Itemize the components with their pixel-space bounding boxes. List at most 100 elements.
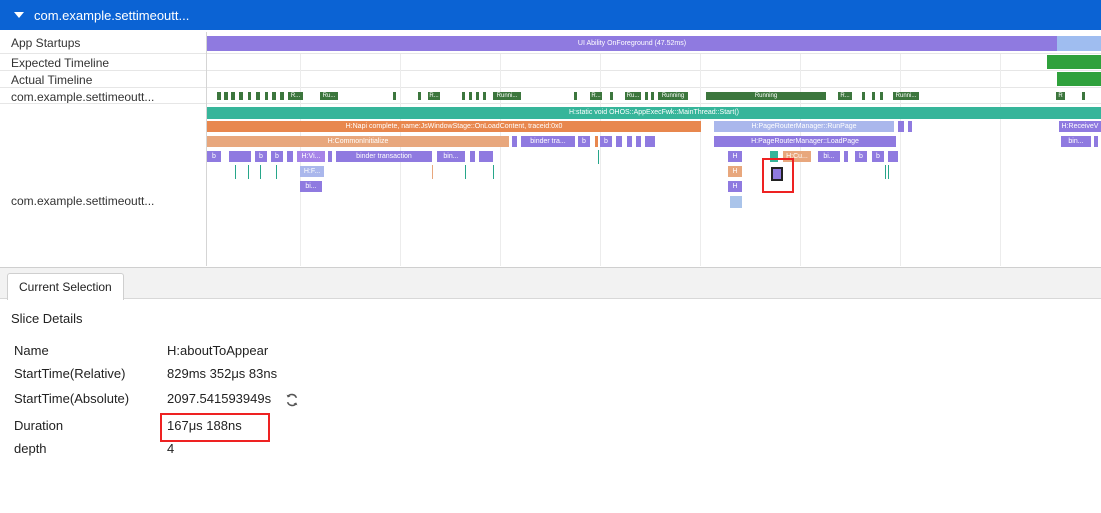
trace-tick	[235, 165, 236, 179]
binder-slice[interactable]: b	[271, 151, 283, 162]
trace-tick	[885, 165, 886, 179]
trace-tick	[432, 165, 433, 179]
cpu-state-mark[interactable]	[651, 92, 654, 100]
cpu-state-mark[interactable]	[862, 92, 865, 100]
expected-frame[interactable]	[1047, 55, 1101, 69]
slice[interactable]	[470, 151, 475, 162]
cpu-state-mark[interactable]	[872, 92, 875, 100]
slice[interactable]	[908, 121, 912, 132]
cpu-state-running[interactable]: Runni...	[893, 92, 919, 100]
slice-details-title: Slice Details	[11, 311, 83, 326]
slice[interactable]	[627, 136, 632, 147]
cpu-state-mark[interactable]	[393, 92, 396, 100]
binder-transaction-slice[interactable]: binder tra...	[521, 136, 575, 147]
lane-divider	[0, 87, 1101, 88]
tab-current-selection[interactable]: Current Selection	[7, 273, 124, 300]
binder-slice[interactable]: bin...	[1061, 136, 1091, 147]
cpu-state-r[interactable]: R...	[288, 92, 303, 100]
slice[interactable]	[898, 121, 904, 132]
cpu-state-mark[interactable]	[272, 92, 276, 100]
binder-slice[interactable]: bin...	[437, 151, 465, 162]
cpu-state-r[interactable]: R	[1056, 92, 1065, 100]
cpu-state-mark[interactable]	[574, 92, 577, 100]
load-page-slice[interactable]: H:PageRouterManager::LoadPage	[714, 136, 896, 147]
cpu-state-mark[interactable]	[224, 92, 228, 100]
cpu-state-mark[interactable]	[476, 92, 479, 100]
trace-tick	[493, 165, 494, 179]
lane-label-process-summary: com.example.settimeoutt...	[11, 90, 155, 104]
startup-slice-next[interactable]	[1057, 36, 1101, 51]
cpu-state-mark[interactable]	[645, 92, 648, 100]
lane-label-expected-timeline: Expected Timeline	[11, 56, 110, 70]
grid-line	[500, 54, 501, 266]
binder-slice[interactable]: b	[207, 151, 221, 162]
slice[interactable]	[844, 151, 848, 162]
cpu-state-mark[interactable]	[880, 92, 883, 100]
binder-slice[interactable]: b	[578, 136, 590, 147]
cpu-state-mark[interactable]	[217, 92, 221, 100]
grid-line	[1000, 54, 1001, 266]
trace-tick	[598, 150, 599, 164]
cpu-state-r[interactable]: R...	[428, 92, 440, 100]
slice[interactable]	[616, 136, 622, 147]
cpu-state-mark[interactable]	[610, 92, 613, 100]
cpu-state-running[interactable]: Runni...	[493, 92, 521, 100]
selected-slice-highlight[interactable]	[762, 158, 794, 193]
onload-content-slice[interactable]: H:Napi complete, name:JsWindowStage::OnL…	[207, 121, 701, 132]
binder-transaction-slice[interactable]: binder transaction	[336, 151, 432, 162]
f-slice[interactable]: H:F...	[300, 166, 324, 177]
run-page-slice[interactable]: H:PageRouterManager::RunPage	[714, 121, 894, 132]
slice[interactable]	[328, 151, 332, 162]
cpu-state-ru[interactable]: Ru...	[625, 92, 641, 100]
h-slice[interactable]: H	[728, 181, 742, 192]
selected-slice[interactable]	[771, 167, 783, 181]
slice[interactable]	[888, 151, 898, 162]
common-initialize-slice[interactable]: H:CommonInitialize	[207, 136, 509, 147]
cpu-state-r[interactable]: R...	[590, 92, 602, 100]
process-title: com.example.settimeoutt...	[34, 8, 190, 23]
cpu-state-mark[interactable]	[483, 92, 486, 100]
binder-slice[interactable]: bi...	[818, 151, 840, 162]
h-slice[interactable]: H	[728, 151, 742, 162]
cpu-state-mark[interactable]	[239, 92, 243, 100]
cpu-state-mark[interactable]	[418, 92, 421, 100]
slice[interactable]	[595, 136, 598, 147]
binder-slice[interactable]: b	[855, 151, 867, 162]
cpu-state-running[interactable]: Running	[658, 92, 688, 100]
cpu-state-mark[interactable]	[1082, 92, 1085, 100]
cpu-state-mark[interactable]	[265, 92, 268, 100]
cpu-state-running[interactable]: Running	[706, 92, 826, 100]
collapse-triangle-icon[interactable]	[14, 12, 24, 18]
cpu-state-mark[interactable]	[231, 92, 235, 100]
process-header[interactable]: com.example.settimeoutt...	[0, 0, 1101, 30]
slice[interactable]	[287, 151, 293, 162]
cpu-state-mark[interactable]	[462, 92, 465, 100]
cpu-state-mark[interactable]	[280, 92, 284, 100]
slice[interactable]	[730, 196, 742, 208]
cpu-state-ru[interactable]: Ru...	[320, 92, 338, 100]
lane-label-actual-timeline: Actual Timeline	[11, 73, 93, 87]
cpu-state-r[interactable]: R...	[838, 92, 852, 100]
cpu-state-mark[interactable]	[469, 92, 472, 100]
slice[interactable]	[645, 136, 655, 147]
binder-slice[interactable]: b	[872, 151, 884, 162]
cpu-state-mark[interactable]	[256, 92, 260, 100]
binder-slice[interactable]: b	[255, 151, 267, 162]
main-thread-start-slice[interactable]: H:static void OHOS::AppExecFwk::MainThre…	[207, 107, 1101, 119]
binder-slice[interactable]: b	[600, 136, 612, 147]
detail-row-duration: Duration 167μs 188ns	[0, 418, 700, 438]
slice[interactable]	[636, 136, 641, 147]
receive-slice[interactable]: H:ReceiveV	[1059, 121, 1101, 132]
h-slice[interactable]: H	[728, 166, 742, 177]
actual-frame[interactable]	[1057, 72, 1101, 86]
vi-slice[interactable]: H:Vi...	[297, 151, 325, 162]
slice[interactable]	[512, 136, 517, 147]
binder-slice[interactable]: bi...	[300, 181, 322, 192]
detail-row-depth: depth 4	[0, 441, 700, 461]
cpu-state-mark[interactable]	[248, 92, 251, 100]
slice[interactable]	[479, 151, 493, 162]
slice[interactable]	[1094, 136, 1098, 147]
slice[interactable]	[229, 151, 251, 162]
refresh-icon[interactable]	[285, 393, 299, 407]
startup-slice[interactable]: UI Ability OnForeground (47.52ms)	[207, 36, 1057, 51]
